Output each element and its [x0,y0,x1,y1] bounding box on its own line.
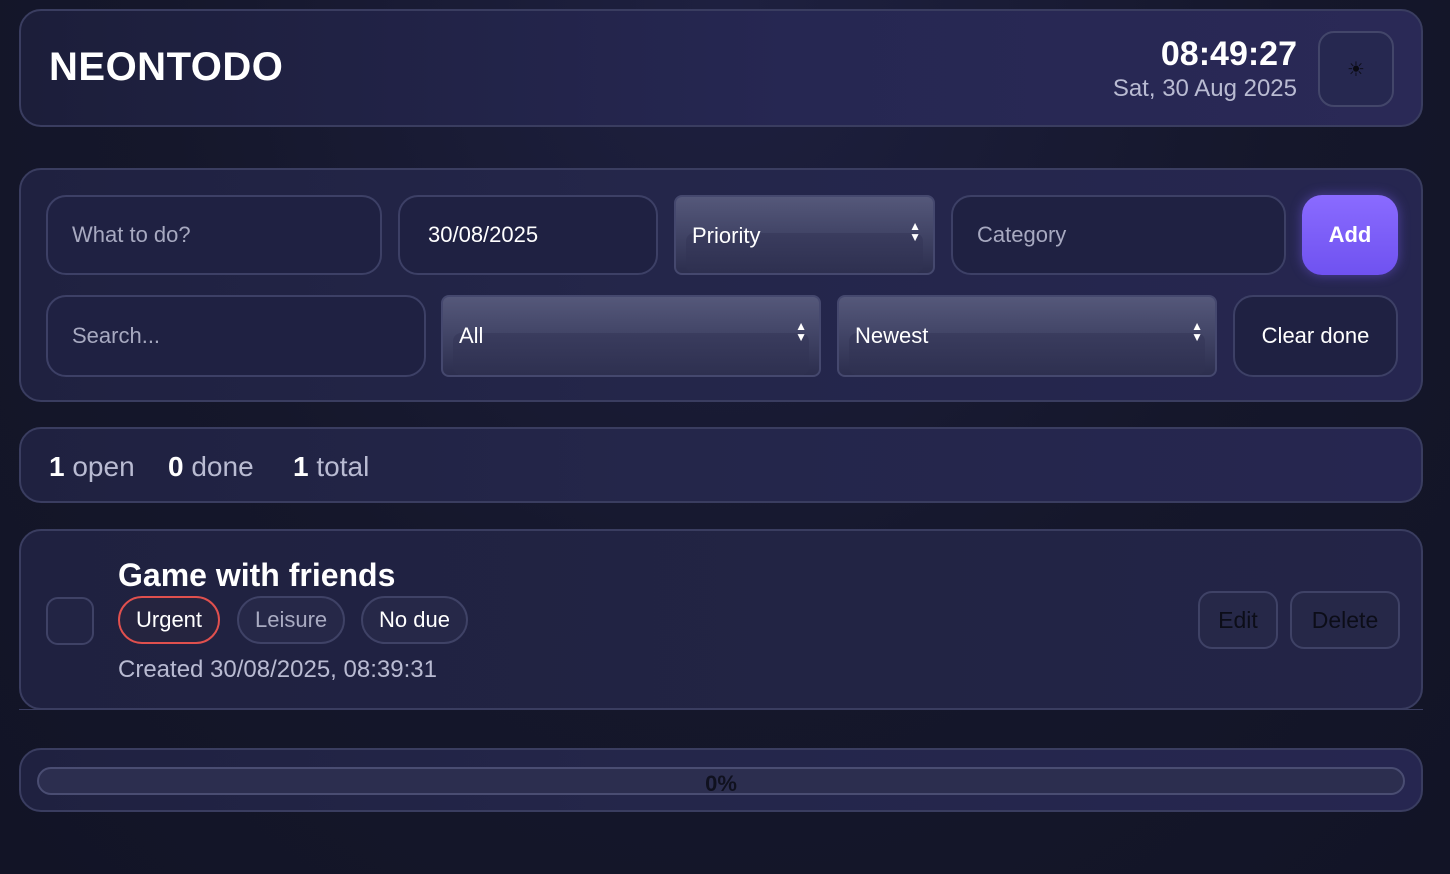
delete-button[interactable]: Delete [1290,591,1400,649]
stat-total: 1 total [293,451,370,482]
due-date-input[interactable]: 30/08/2025 [398,195,658,275]
progress-panel: 0% [19,748,1423,812]
stat-open: 1 open [49,451,135,482]
select-arrows-icon: ▲ ▼ [1191,319,1203,344]
add-button[interactable]: Add [1302,195,1398,275]
theme-toggle-button[interactable]: ☀ [1318,31,1394,107]
stat-done: 0 done [168,451,254,482]
todo-item: Game with friends Urgent Leisure No due … [19,529,1423,710]
todo-done-checkbox[interactable] [46,597,94,645]
task-input[interactable]: What to do? [46,195,382,275]
clock-time: 08:49:27 [1160,35,1297,73]
clear-done-button[interactable]: Clear done [1233,295,1398,377]
task-form-panel: What to do? 30/08/2025 Priority ▲ ▼ Categ… [19,168,1423,402]
category-input[interactable]: Category [951,195,1286,275]
select-arrows-icon: ▲ ▼ [795,319,807,344]
todo-created-timestamp: Created 30/08/2025, 08:39:31 [118,656,437,683]
sort-select[interactable]: Newest ▲ ▼ [837,295,1217,377]
priority-select[interactable]: Priority ▲ ▼ [674,195,935,275]
todo-title: Game with friends [118,557,396,593]
priority-badge: Urgent [118,596,221,644]
filter-select[interactable]: All ▲ ▼ [441,295,821,377]
edit-button[interactable]: Edit [1198,591,1278,649]
search-input[interactable]: Search... [46,295,426,377]
category-badge: Leisure [237,596,346,644]
app-header: NEONTODO 08:49:27 Sat, 30 Aug 2025 ☀ [19,9,1423,127]
stats-bar: 1 open 0 done 1 total [19,427,1423,503]
sun-icon: ☀ [1347,58,1365,81]
divider [19,709,1423,710]
clock-date: Sat, 30 Aug 2025 [1112,75,1297,102]
select-arrows-icon: ▲ ▼ [909,219,921,244]
due-badge: No due [361,596,468,644]
progress-bar: 0% [37,767,1405,795]
progress-label: 0% [705,771,737,795]
app-title: NEONTODO [49,45,284,89]
